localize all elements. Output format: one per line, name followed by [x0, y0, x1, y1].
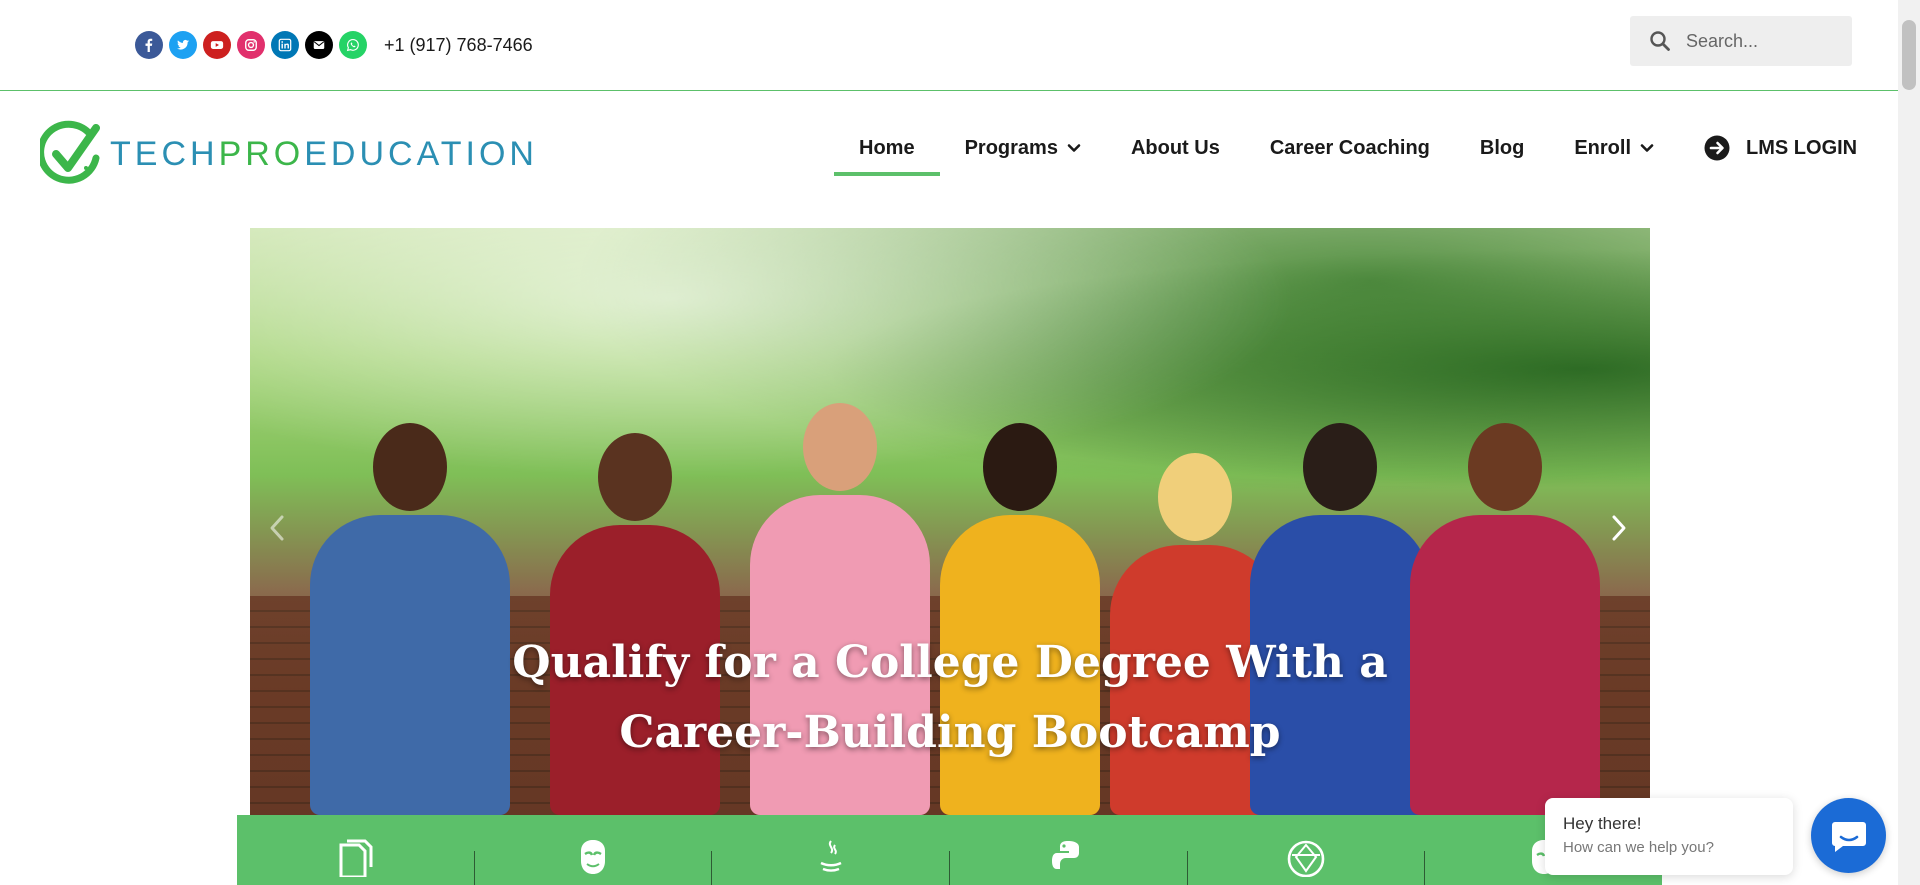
search-input[interactable] — [1686, 30, 1836, 52]
program-card-python[interactable] — [950, 841, 1188, 885]
python-icon — [1052, 841, 1080, 869]
chat-greeting: Hey there! — [1563, 814, 1642, 833]
chevron-down-icon — [1067, 144, 1081, 152]
youtube-icon[interactable] — [203, 31, 231, 59]
chat-icon — [1831, 821, 1866, 852]
logo-text-tech: TECH — [110, 134, 219, 173]
nav-item-about-us[interactable]: About Us — [1106, 118, 1245, 178]
nav-item-label: Career Coaching — [1269, 136, 1430, 159]
nav-item-enroll[interactable]: Enroll — [1549, 118, 1679, 178]
search-box[interactable] — [1630, 16, 1852, 66]
chevron-down-icon — [1640, 144, 1654, 152]
chevron-right-icon — [1612, 515, 1626, 541]
social-links — [135, 31, 367, 59]
nav-item-label: Home — [859, 136, 915, 159]
site-logo[interactable]: TECHPROEDUCATION — [40, 118, 600, 190]
phone-number[interactable]: +1 (917) 768-7466 — [384, 35, 533, 56]
chat-launcher-button[interactable] — [1811, 798, 1886, 873]
envelope-icon[interactable] — [305, 31, 333, 59]
lms-login-label: LMS LOGIN — [1746, 136, 1858, 159]
nav-item-blog[interactable]: Blog — [1455, 118, 1549, 178]
lms-login-button[interactable]: LMS LOGIN — [1679, 118, 1882, 178]
network-globe-icon — [1287, 840, 1325, 877]
logo-text-pro: PRO — [218, 134, 305, 173]
nav-item-home[interactable]: Home — [834, 118, 940, 178]
page-scrollbar[interactable] — [1898, 0, 1920, 885]
main-navigation: Home Programs About Us Career Coaching B… — [834, 118, 1882, 178]
whatsapp-icon[interactable] — [339, 31, 367, 59]
hacker-mask-icon — [581, 840, 605, 874]
instagram-icon[interactable] — [237, 31, 265, 59]
nav-item-label: Programs — [964, 136, 1058, 159]
program-card-java[interactable] — [712, 840, 951, 885]
program-card-networking[interactable] — [1188, 840, 1426, 885]
search-icon[interactable] — [1648, 29, 1672, 53]
top-bar: +1 (917) 768-7466 — [0, 0, 1898, 91]
nav-item-label: About Us — [1130, 136, 1220, 159]
chat-prompt: How can we help you? — [1563, 839, 1714, 856]
nav-item-label: Enroll — [1574, 136, 1632, 159]
hero-title-line-1: Qualify for a College Degree With a — [512, 637, 1388, 688]
logo-wordmark: TECHPROEDUCATION — [110, 135, 538, 174]
slider-next-button[interactable] — [1604, 508, 1634, 548]
documents-icon — [339, 839, 373, 877]
facebook-icon[interactable] — [135, 31, 163, 59]
chevron-left-icon — [270, 515, 284, 541]
nav-item-career-coaching[interactable]: Career Coaching — [1245, 118, 1455, 178]
java-icon — [820, 840, 842, 872]
logo-text-education: EDUCATION — [304, 134, 538, 173]
program-icons-strip — [237, 815, 1662, 885]
scrollbar-thumb[interactable] — [1902, 20, 1916, 90]
twitter-icon[interactable] — [169, 31, 197, 59]
program-card-hacking[interactable] — [475, 840, 713, 885]
arrow-circle-right-icon — [1704, 135, 1730, 161]
program-card-documents[interactable] — [237, 839, 475, 885]
hero-title: Qualify for a College Degree With a Care… — [250, 628, 1650, 768]
linkedin-icon[interactable] — [271, 31, 299, 59]
nav-item-programs[interactable]: Programs — [940, 118, 1106, 178]
hero-slider: Qualify for a College Degree With a Care… — [250, 228, 1650, 815]
hero-title-line-2: Career-Building Bootcamp — [619, 707, 1281, 758]
nav-item-label: Blog — [1479, 136, 1525, 159]
chat-greeting-bubble[interactable]: Hey there! How can we help you? — [1545, 798, 1793, 875]
slider-prev-button[interactable] — [262, 508, 292, 548]
checkmark-logo-icon — [40, 120, 100, 184]
